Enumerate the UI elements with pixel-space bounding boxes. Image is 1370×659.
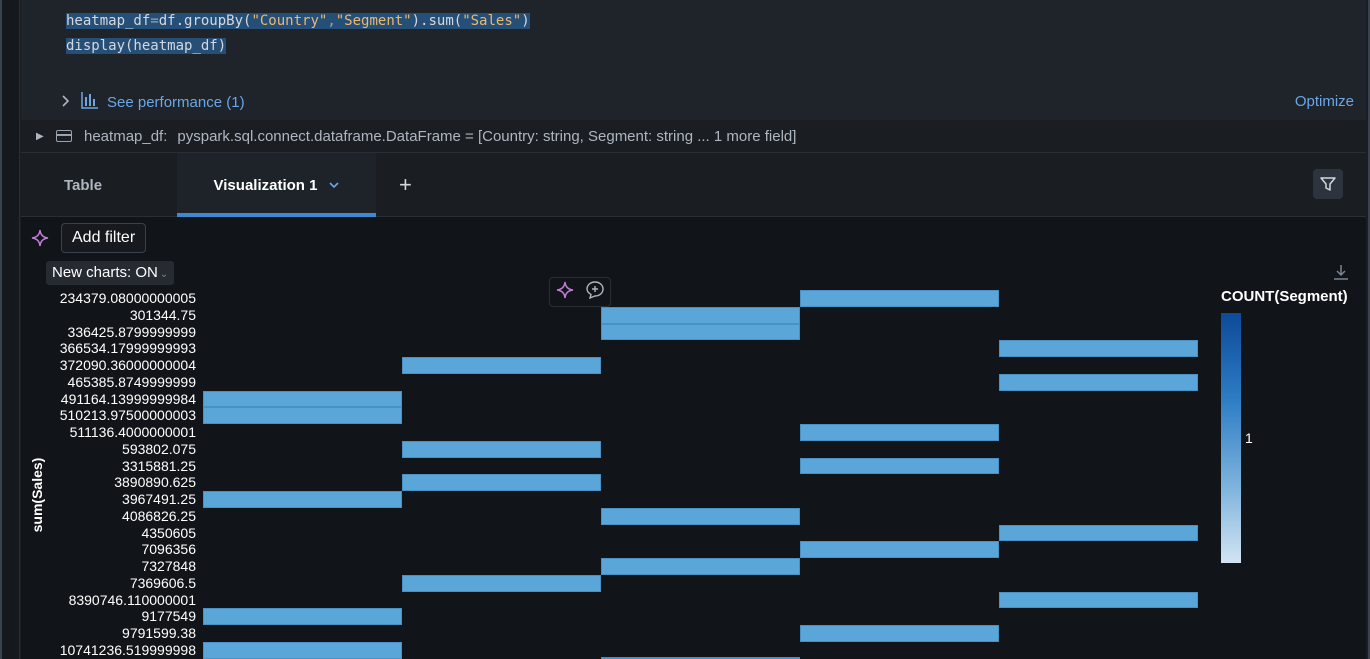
y-tick-label: 510213.97500000003 [59,407,196,424]
code-token: = [150,13,159,29]
tab-visualization-label: Visualization 1 [213,176,318,194]
heatmap-cell[interactable] [800,290,999,307]
legend-tick-label: 1 [1245,430,1253,446]
expand-triangle-icon[interactable]: ▶ [36,131,46,142]
tab-visualization-1[interactable]: Visualization 1 [177,153,376,217]
see-performance-toggle[interactable]: See performance (1) [61,91,245,114]
assistant-sparkle-icon[interactable] [31,229,49,252]
code-token: , [327,13,336,29]
add-tab-button[interactable]: + [399,153,412,217]
chevron-right-icon [61,94,73,110]
heatmap-cell[interactable] [402,440,601,458]
assistant-sparkle-icon[interactable] [556,281,574,304]
heatmap-cell[interactable] [601,323,800,341]
code-editor[interactable]: heatmap_df=df.groupBy("Country","Segment… [21,0,1366,120]
cell-gutter [2,0,20,659]
code-token: heatmap_df [66,13,151,29]
comment-add-icon[interactable] [585,280,605,305]
filter-button[interactable] [1313,169,1343,199]
tab-table[interactable]: Table [64,153,102,217]
heatmap-cell[interactable] [800,424,999,441]
heatmap-cell[interactable] [800,541,999,558]
dataframe-name: heatmap_df: [84,127,168,145]
y-tick-label: 511136.4000000001 [69,424,196,440]
code-line-1[interactable]: heatmap_df=df.groupBy("Country","Segment… [66,10,530,32]
heatmap-cell[interactable] [601,507,800,525]
y-tick-label: 366534.17999999993 [59,340,196,357]
y-tick-label: 10741236.519999998 [59,641,196,658]
code-token: "Country" [251,13,328,29]
heatmap-cell[interactable] [203,608,402,625]
heatmap-cell[interactable] [402,474,601,491]
chart-ai-tools [549,277,611,307]
new-charts-toggle[interactable]: New charts: ON ⌄ [46,261,175,285]
code-token: ).sum( [411,13,463,29]
heatmap-cell[interactable] [999,524,1198,542]
heatmap-cell[interactable] [203,491,402,508]
y-tick-label: 4086826.25 [122,507,196,524]
heatmap-cell[interactable] [203,407,402,424]
y-tick-label: 372090.36000000004 [59,357,196,373]
y-tick-label: 593802.075 [122,440,196,457]
chevron-down-icon: ⌄ [159,269,169,280]
table-icon [56,130,72,142]
code-line-1-content: heatmap_df=df.groupBy("Country","Segment… [66,13,530,29]
code-line-2[interactable]: display(heatmap_df) [66,35,227,57]
bar-chart-icon [81,91,99,114]
y-tick-label: 7369606.5 [129,574,196,591]
y-tick-label: 7327848 [141,558,196,574]
y-tick-label: 234379.08000000005 [59,290,196,306]
y-tick-label: 8390746.110000001 [68,591,196,608]
y-tick-label: 491164.13999999984 [60,390,196,407]
heatmap-cell[interactable] [800,625,999,642]
y-tick-label: 3890890.625 [114,474,196,491]
code-token: "Sales" [462,13,522,29]
optimize-link[interactable]: Optimize [1295,93,1354,110]
dataframe-type: pyspark.sql.connect.dataframe.DataFrame … [177,127,797,145]
chevron-down-icon[interactable] [329,178,340,192]
y-tick-label: 301344.75 [129,306,196,323]
y-tick-label: 465385.8749999999 [67,373,196,390]
heatmap-cell[interactable] [203,641,402,659]
y-tick-label: 3315881.25 [122,457,196,474]
y-tick-label: 9791599.38 [122,625,196,641]
y-tick-label: 7096356 [141,541,196,558]
code-token: "Segment" [335,13,412,29]
heatmap-cell[interactable] [999,591,1198,609]
add-filter-button[interactable]: Add filter [61,223,147,253]
visualization-panel: Add filter New charts: ON ⌄ sum(Sales) 23… [21,217,1366,659]
y-tick-label: 3967491.25 [122,491,196,507]
legend-color-scale [1221,313,1241,563]
result-tabs: Table Visualization 1 + [21,153,1366,217]
heatmap-cell[interactable] [402,574,601,592]
heatmap-cell[interactable] [601,306,800,324]
heatmap-cell[interactable] [999,340,1198,357]
new-charts-label: New charts: ON [52,264,158,281]
heatmap-cell[interactable] [601,558,800,575]
code-token: df.groupBy( [158,13,252,29]
download-icon[interactable] [1332,263,1350,286]
legend-title: COUNT(Segment) [1221,288,1348,305]
code-line-2-content: display(heatmap_df) [66,38,227,54]
heatmap-cell[interactable] [402,357,601,374]
y-tick-label: 4350605 [141,524,196,541]
code-token: ) [521,13,530,29]
y-tick-label: 9177549 [141,608,196,625]
see-performance-label: See performance (1) [107,93,245,111]
heatmap-cell[interactable] [800,457,999,475]
heatmap-cell[interactable] [203,390,402,408]
heatmap-cell[interactable] [999,373,1198,391]
funnel-icon [1320,177,1336,191]
y-tick-label: 336425.8799999999 [67,323,196,340]
dataframe-schema-row[interactable]: ▶ heatmap_df: pyspark.sql.connect.datafr… [21,120,1366,153]
